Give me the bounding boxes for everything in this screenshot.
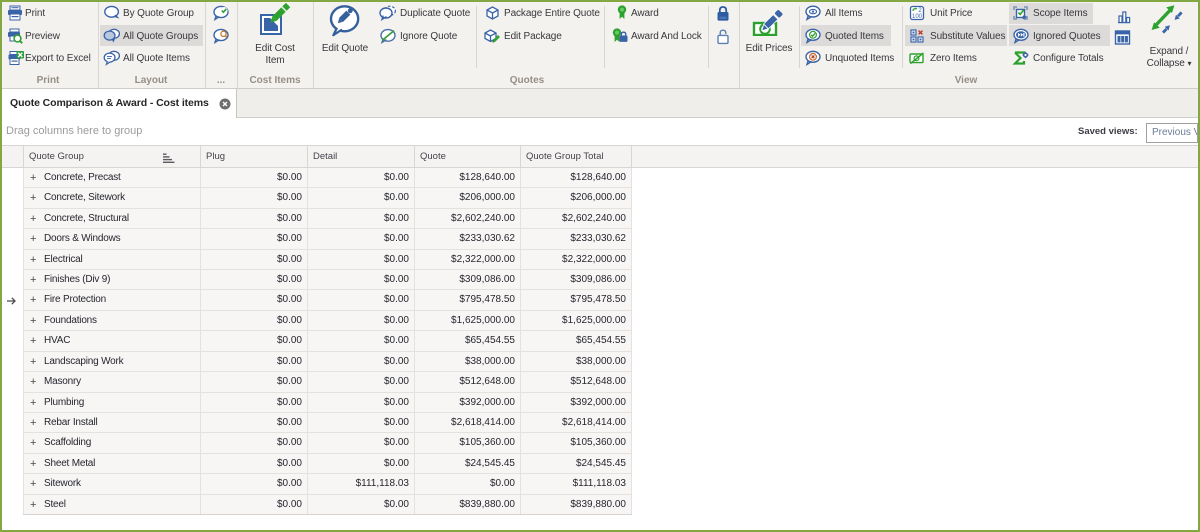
svg-text:100: 100 (912, 14, 923, 20)
